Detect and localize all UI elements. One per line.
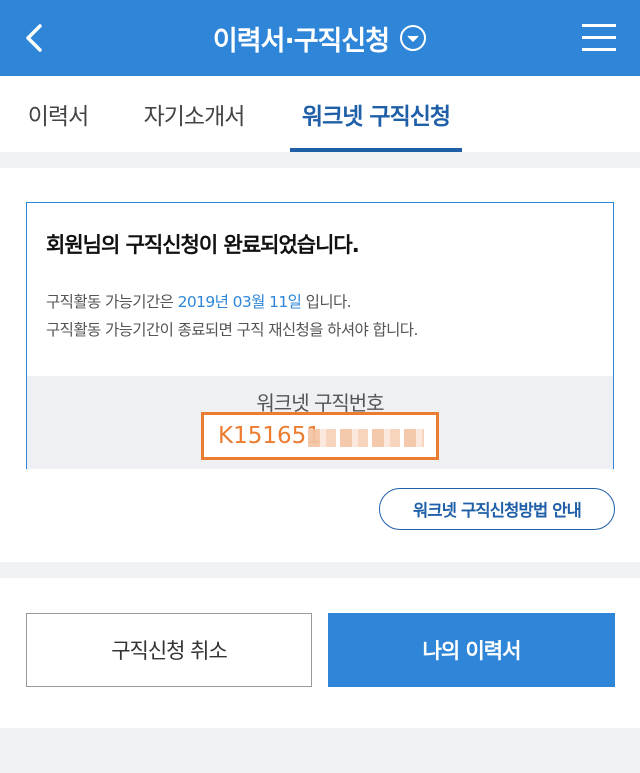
my-resume-button[interactable]: 나의 이력서 — [328, 613, 615, 687]
availability-suffix: 입니다. — [301, 293, 352, 311]
cancel-application-button[interactable]: 구직신청 취소 — [26, 613, 312, 687]
top-app-bar: 이력서·구직신청 — [0, 0, 640, 76]
title-dropdown[interactable]: 이력서·구직신청 — [0, 0, 640, 76]
tab-worknet-application[interactable]: 워크넷 구직신청 — [290, 76, 462, 152]
main-content: 회원님의 구직신청이 완료되었습니다. 구직활동 가능기간은 2019년 03월… — [0, 168, 640, 562]
reapply-notice: 구직활동 가능기간이 종료되면 구직 재신청을 하셔야 합니다. — [46, 321, 418, 339]
tab-cover-letter[interactable]: 자기소개서 — [128, 76, 260, 152]
menu-button[interactable] — [580, 20, 620, 56]
bottom-section-strip — [0, 728, 640, 773]
page-title: 이력서·구직신청 — [212, 25, 390, 57]
availability-line: 구직활동 가능기간은 2019년 03월 11일 입니다. — [46, 290, 352, 312]
chevron-down-circle-icon — [400, 25, 427, 51]
job-number-section: 워크넷 구직번호 K151651 — [27, 376, 613, 469]
hamburger-menu-icon — [582, 24, 616, 51]
active-tab-indicator — [290, 148, 462, 152]
action-bar: 구직신청 취소 나의 이력서 — [0, 578, 640, 728]
completion-card: 회원님의 구직신청이 완료되었습니다. 구직활동 가능기간은 2019년 03월… — [26, 202, 614, 469]
redacted-digits — [308, 429, 424, 447]
job-number-highlight: K151651 — [201, 412, 439, 460]
availability-prefix: 구직활동 가능기간은 — [46, 293, 178, 311]
job-number-value: K151651 — [218, 423, 321, 449]
application-guide-button[interactable]: 워크넷 구직신청방법 안내 — [379, 488, 615, 530]
tab-bar: 이력서 자기소개서 워크넷 구직신청 — [0, 76, 640, 152]
completion-title: 회원님의 구직신청이 완료되었습니다. — [46, 233, 360, 257]
availability-date: 2019년 03월 11일 — [177, 293, 302, 311]
tab-resume[interactable]: 이력서 — [10, 76, 106, 152]
